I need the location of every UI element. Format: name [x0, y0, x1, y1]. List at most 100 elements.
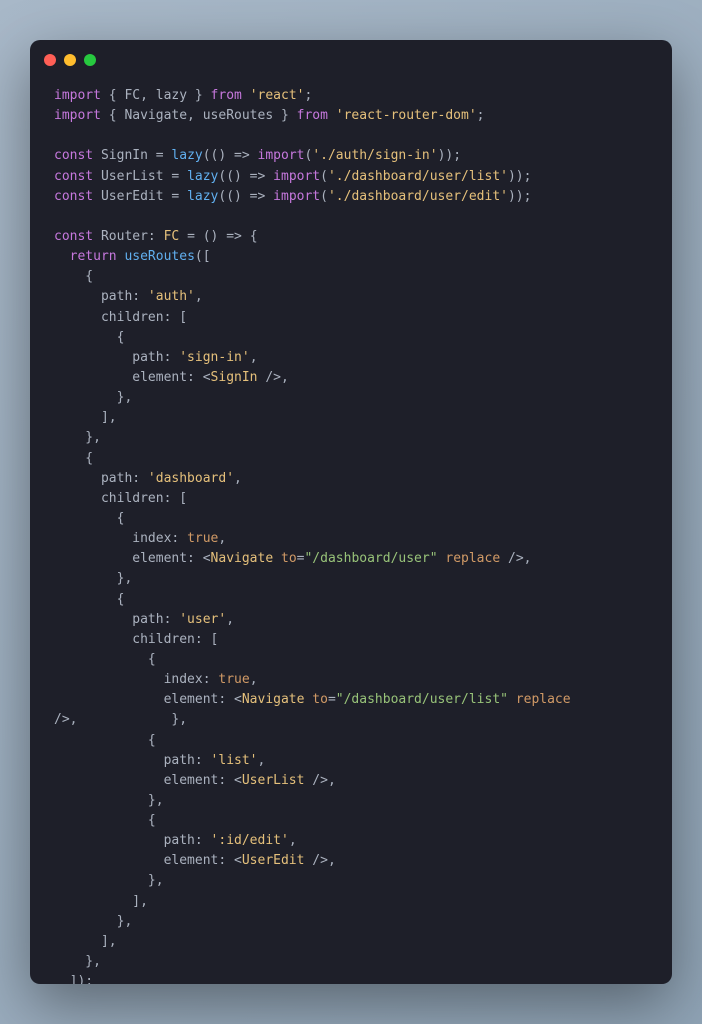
code-token: path:: [54, 612, 179, 627]
code-token: useRoutes: [117, 249, 195, 264]
code-token: (: [320, 189, 328, 204]
code-token: {: [54, 652, 156, 667]
code-token: {: [54, 511, 124, 526]
code-token: const: [54, 169, 93, 184]
code-token: element: <: [54, 692, 242, 707]
code-token: Navigate: [242, 692, 305, 707]
code-token: ));: [508, 169, 531, 184]
code-token: replace: [445, 551, 500, 566]
code-token: element: <: [54, 551, 211, 566]
code-token: 'auth': [148, 289, 195, 304]
code-token: },: [54, 571, 132, 586]
code-token: [508, 692, 516, 707]
code-token: 'react': [250, 88, 305, 103]
code-token: './dashboard/user/edit': [328, 189, 508, 204]
code-token: {: [54, 269, 93, 284]
code-token: lazy: [187, 189, 218, 204]
code-token: ));: [508, 189, 531, 204]
close-button[interactable]: [44, 54, 56, 66]
code-token: ],: [54, 894, 148, 909]
code-token: ,: [234, 471, 242, 486]
code-token: const: [54, 189, 93, 204]
code-token: ,: [250, 350, 258, 365]
code-token: },: [54, 914, 132, 929]
code-token: ],: [54, 410, 117, 425]
code-window: import { FC, lazy } from 'react'; import…: [30, 40, 672, 984]
code-token: replace: [516, 692, 571, 707]
minimize-button[interactable]: [64, 54, 76, 66]
code-token: [328, 108, 336, 123]
code-token: (() =>: [218, 169, 273, 184]
code-token: import: [54, 108, 101, 123]
code-token: },: [54, 390, 132, 405]
code-token: ;: [304, 88, 312, 103]
code-token: ':id/edit': [211, 833, 289, 848]
code-token: const: [54, 229, 93, 244]
code-token: "/dashboard/user/list": [336, 692, 508, 707]
code-token: lazy: [171, 148, 202, 163]
code-token: UserEdit: [242, 853, 305, 868]
code-token: {: [54, 592, 124, 607]
code-token: [273, 551, 281, 566]
code-token: (: [320, 169, 328, 184]
code-token: ,: [195, 289, 203, 304]
code-token: return: [70, 249, 117, 264]
code-token: [242, 88, 250, 103]
code-token: index:: [54, 531, 187, 546]
code-token: ,: [289, 833, 297, 848]
code-token: import: [54, 88, 101, 103]
code-token: [54, 249, 70, 264]
code-token: FC: [164, 229, 180, 244]
code-token: Navigate: [211, 551, 274, 566]
code-token: ]);: [54, 974, 93, 984]
code-token: (() =>: [203, 148, 258, 163]
code-token: {: [54, 733, 156, 748]
code-token: =: [328, 692, 336, 707]
code-token: ;: [477, 108, 485, 123]
code-token: },: [54, 873, 164, 888]
code-token: 'react-router-dom': [336, 108, 477, 123]
code-token: './dashboard/user/list': [328, 169, 508, 184]
code-token: 'user': [179, 612, 226, 627]
code-token: element: <: [54, 773, 242, 788]
code-token: from: [297, 108, 328, 123]
window-titlebar: [30, 40, 672, 66]
code-token: path:: [54, 289, 148, 304]
code-token: children: [: [54, 491, 187, 506]
code-token: ,: [226, 612, 234, 627]
code-token: path:: [54, 833, 211, 848]
code-token: UserList: [242, 773, 305, 788]
code-token: ,: [250, 672, 258, 687]
code-token: />,: [304, 853, 335, 868]
code-token: path:: [54, 753, 211, 768]
code-token: './auth/sign-in': [312, 148, 437, 163]
code-token: {: [54, 451, 93, 466]
code-token: import: [273, 189, 320, 204]
code-token: SignIn =: [93, 148, 171, 163]
code-token: path:: [54, 350, 179, 365]
code-token: },: [54, 954, 101, 969]
code-token: "/dashboard/user": [304, 551, 437, 566]
code-token: ],: [54, 934, 117, 949]
code-token: import: [258, 148, 305, 163]
code-token: UserEdit =: [93, 189, 187, 204]
code-token: import: [273, 169, 320, 184]
code-token: SignIn: [211, 370, 258, 385]
code-token: { Navigate, useRoutes }: [101, 108, 297, 123]
maximize-button[interactable]: [84, 54, 96, 66]
code-token: children: [: [54, 632, 218, 647]
code-token: to: [281, 551, 297, 566]
code-token: [571, 692, 579, 707]
code-token: ([: [195, 249, 211, 264]
code-token: const: [54, 148, 93, 163]
code-token: index:: [54, 672, 218, 687]
code-token: UserList =: [93, 169, 187, 184]
code-token: from: [211, 88, 242, 103]
code-token: />, },: [54, 712, 187, 727]
code-token: {: [54, 813, 156, 828]
code-token: Router:: [93, 229, 163, 244]
code-token: />,: [304, 773, 335, 788]
code-token: ));: [438, 148, 461, 163]
code-token: element: <: [54, 370, 211, 385]
code-token: ,: [258, 753, 266, 768]
